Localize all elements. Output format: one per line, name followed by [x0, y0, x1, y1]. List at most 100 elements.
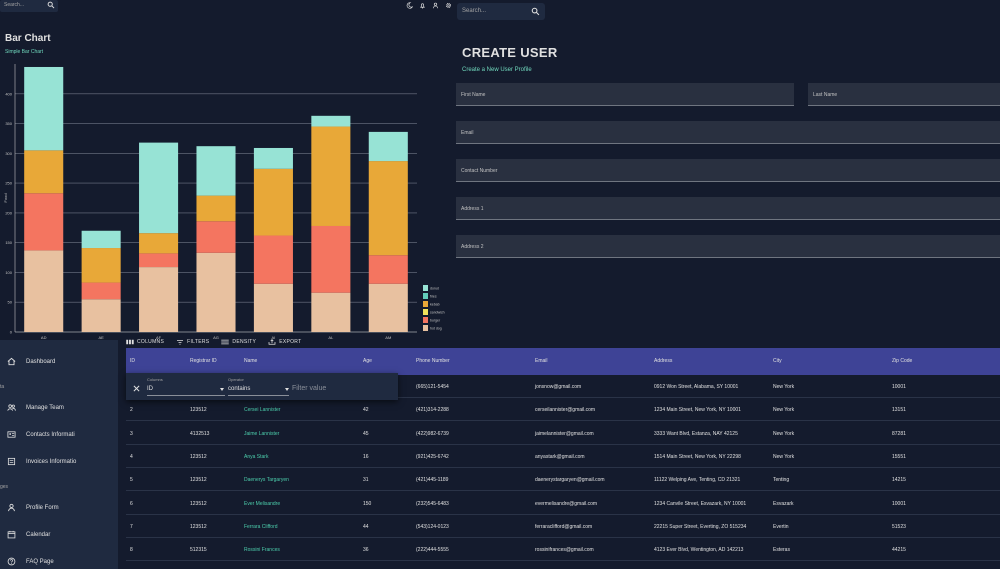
cell-id: 4 [130, 453, 133, 460]
table-row[interactable]: 2 123512 Cersei Lannister 42 (421)314-2288 ce… [126, 398, 1000, 422]
home-icon [7, 357, 16, 366]
bar-segment [139, 142, 179, 234]
density-button[interactable]: DENSITY [221, 339, 256, 345]
moon-icon[interactable] [406, 2, 413, 9]
sidebar-item-calendar[interactable]: Calendar [0, 526, 118, 544]
address1-field[interactable]: Address 1 [456, 197, 1000, 220]
cell-registrar-id: 123512 [190, 500, 207, 507]
cell-email: daenerystargaryen@gmail.com [535, 477, 605, 484]
address2-field[interactable]: Address 2 [456, 235, 1000, 258]
bar-segment [311, 126, 351, 226]
contact-card-icon [7, 431, 16, 438]
cell-zip: 15551 [892, 453, 906, 460]
legend-swatch [423, 325, 428, 331]
table-row[interactable]: 5 123512 Daenerys Targaryen 31 (421)445-1189… [126, 468, 1000, 492]
cell-city: Esvazark [773, 500, 794, 507]
sidebar-item-profile-form[interactable]: Profile Form [0, 499, 118, 517]
cell-zip: 44215 [892, 547, 906, 554]
y-tick-label: 350 [5, 121, 12, 126]
y-tick-label: 300 [5, 151, 12, 156]
page-subtitle: Create a New User Profile [462, 67, 532, 73]
header-registrar-id[interactable]: Registrar ID [190, 358, 217, 364]
calendar-icon [7, 530, 16, 539]
filter-value-input[interactable]: Filter value [292, 385, 326, 392]
sidebar-item-label: Dashboard [26, 359, 56, 365]
y-tick-label: 250 [5, 181, 12, 186]
filter-icon [177, 339, 184, 345]
filter-panel: Columns ID Operator contains Filter valu… [126, 373, 398, 400]
table-row[interactable]: 3 4132513 Jaime Lannister 45 (422)982-6739 ja… [126, 422, 1000, 445]
export-button[interactable]: EXPORT [268, 339, 301, 345]
cell-id: 2 [130, 407, 133, 414]
divider [147, 395, 225, 396]
bar-segment [81, 299, 121, 332]
header-address[interactable]: Address [654, 358, 672, 364]
contact-number-field[interactable]: Contact Number [456, 159, 1000, 182]
last-name-field[interactable]: Last Name [808, 83, 1000, 106]
sidebar-item-contacts[interactable]: Contacts Informati [0, 426, 118, 444]
columns-button[interactable]: COLUMNS [126, 339, 164, 345]
legend-swatch [423, 285, 428, 291]
cell-city: New York [773, 453, 795, 460]
cell-age: 42 [363, 407, 369, 414]
gear-icon[interactable] [445, 2, 452, 9]
filter-operator-select[interactable]: contains [228, 386, 250, 392]
bar-segment [24, 66, 64, 151]
table-row[interactable]: 4 123512 Anya Stark 16 (921)425-6742 anyastar… [126, 445, 1000, 468]
person-icon[interactable] [432, 2, 439, 9]
bar-segment [24, 250, 64, 332]
table-row[interactable]: 8 512315 Rossini Frances 36 (222)444-5555 ros… [126, 538, 1000, 562]
page-title: CREATE USER [462, 45, 558, 60]
bar-segment [368, 255, 408, 284]
header-phone[interactable]: Phone Number [416, 358, 450, 364]
sidebar-item-dashboard[interactable]: Dashboard [0, 353, 118, 371]
header-age[interactable]: Age [363, 358, 372, 364]
cell-name: Ever Melisandre [244, 500, 281, 507]
chart-title: Bar Chart [5, 33, 51, 44]
sidebar-item-faq[interactable]: FAQ Page [0, 553, 118, 569]
cell-id: 6 [130, 500, 133, 507]
cell-email: jonsnow@gmail.com [535, 384, 582, 390]
cell-age: 150 [363, 500, 372, 507]
divider [228, 395, 289, 396]
form-search-placeholder: Search... [462, 8, 487, 14]
sidebar: Dashboard ta Manage Team Contacts Inform… [0, 340, 118, 569]
chart-subtitle: Simple Bar Chart [5, 49, 44, 55]
header-city[interactable]: City [773, 358, 782, 364]
address1-label: Address 1 [461, 206, 484, 212]
cell-address: 1234 Canvile Street, Esvazark, NY 10001 [654, 500, 747, 507]
bar-segment [311, 115, 351, 127]
search-input[interactable]: Search... [0, 0, 58, 12]
search-icon[interactable] [47, 1, 55, 9]
header-zip[interactable]: Zip Code [892, 358, 912, 364]
y-tick-label: 50 [8, 300, 13, 305]
close-icon[interactable] [133, 385, 140, 392]
first-name-field[interactable]: First Name [456, 83, 794, 106]
y-tick-label: 400 [5, 91, 12, 96]
topbar-icons [406, 2, 452, 9]
sidebar-item-label: Profile Form [26, 505, 59, 511]
table-row[interactable]: 6 123512 Ever Melisandre 150 (232)545-6483 ev… [126, 492, 1000, 515]
cell-phone: (232)545-6483 [416, 500, 449, 507]
export-icon [268, 338, 276, 345]
legend-label: kebab [430, 303, 440, 307]
header-name[interactable]: Name [244, 358, 257, 364]
table-row[interactable]: 7 123512 Ferrara Clifford 44 (543)124-0123 fe… [126, 515, 1000, 538]
header-email[interactable]: Email [535, 358, 548, 364]
header-id[interactable]: ID [130, 358, 135, 364]
search-icon[interactable] [531, 7, 540, 16]
columns-label: COLUMNS [137, 338, 165, 345]
bell-icon[interactable] [419, 2, 426, 9]
cell-name: Cersei Lannister [244, 407, 281, 414]
filters-button[interactable]: FILTERS [176, 339, 209, 345]
cell-phone: (421)445-1189 [416, 477, 449, 484]
sidebar-item-invoices[interactable]: Invoices Informatio [0, 453, 118, 471]
sidebar-item-manage-team[interactable]: Manage Team [0, 399, 118, 417]
bar-segment [253, 147, 293, 169]
cell-zip: 10001 [892, 500, 906, 507]
cell-id: 7 [130, 523, 133, 530]
email-field[interactable]: Email [456, 121, 1000, 144]
legend-swatch [423, 293, 428, 299]
filter-columns-select[interactable]: ID [147, 386, 153, 392]
form-search-input[interactable]: Search... [457, 3, 545, 20]
